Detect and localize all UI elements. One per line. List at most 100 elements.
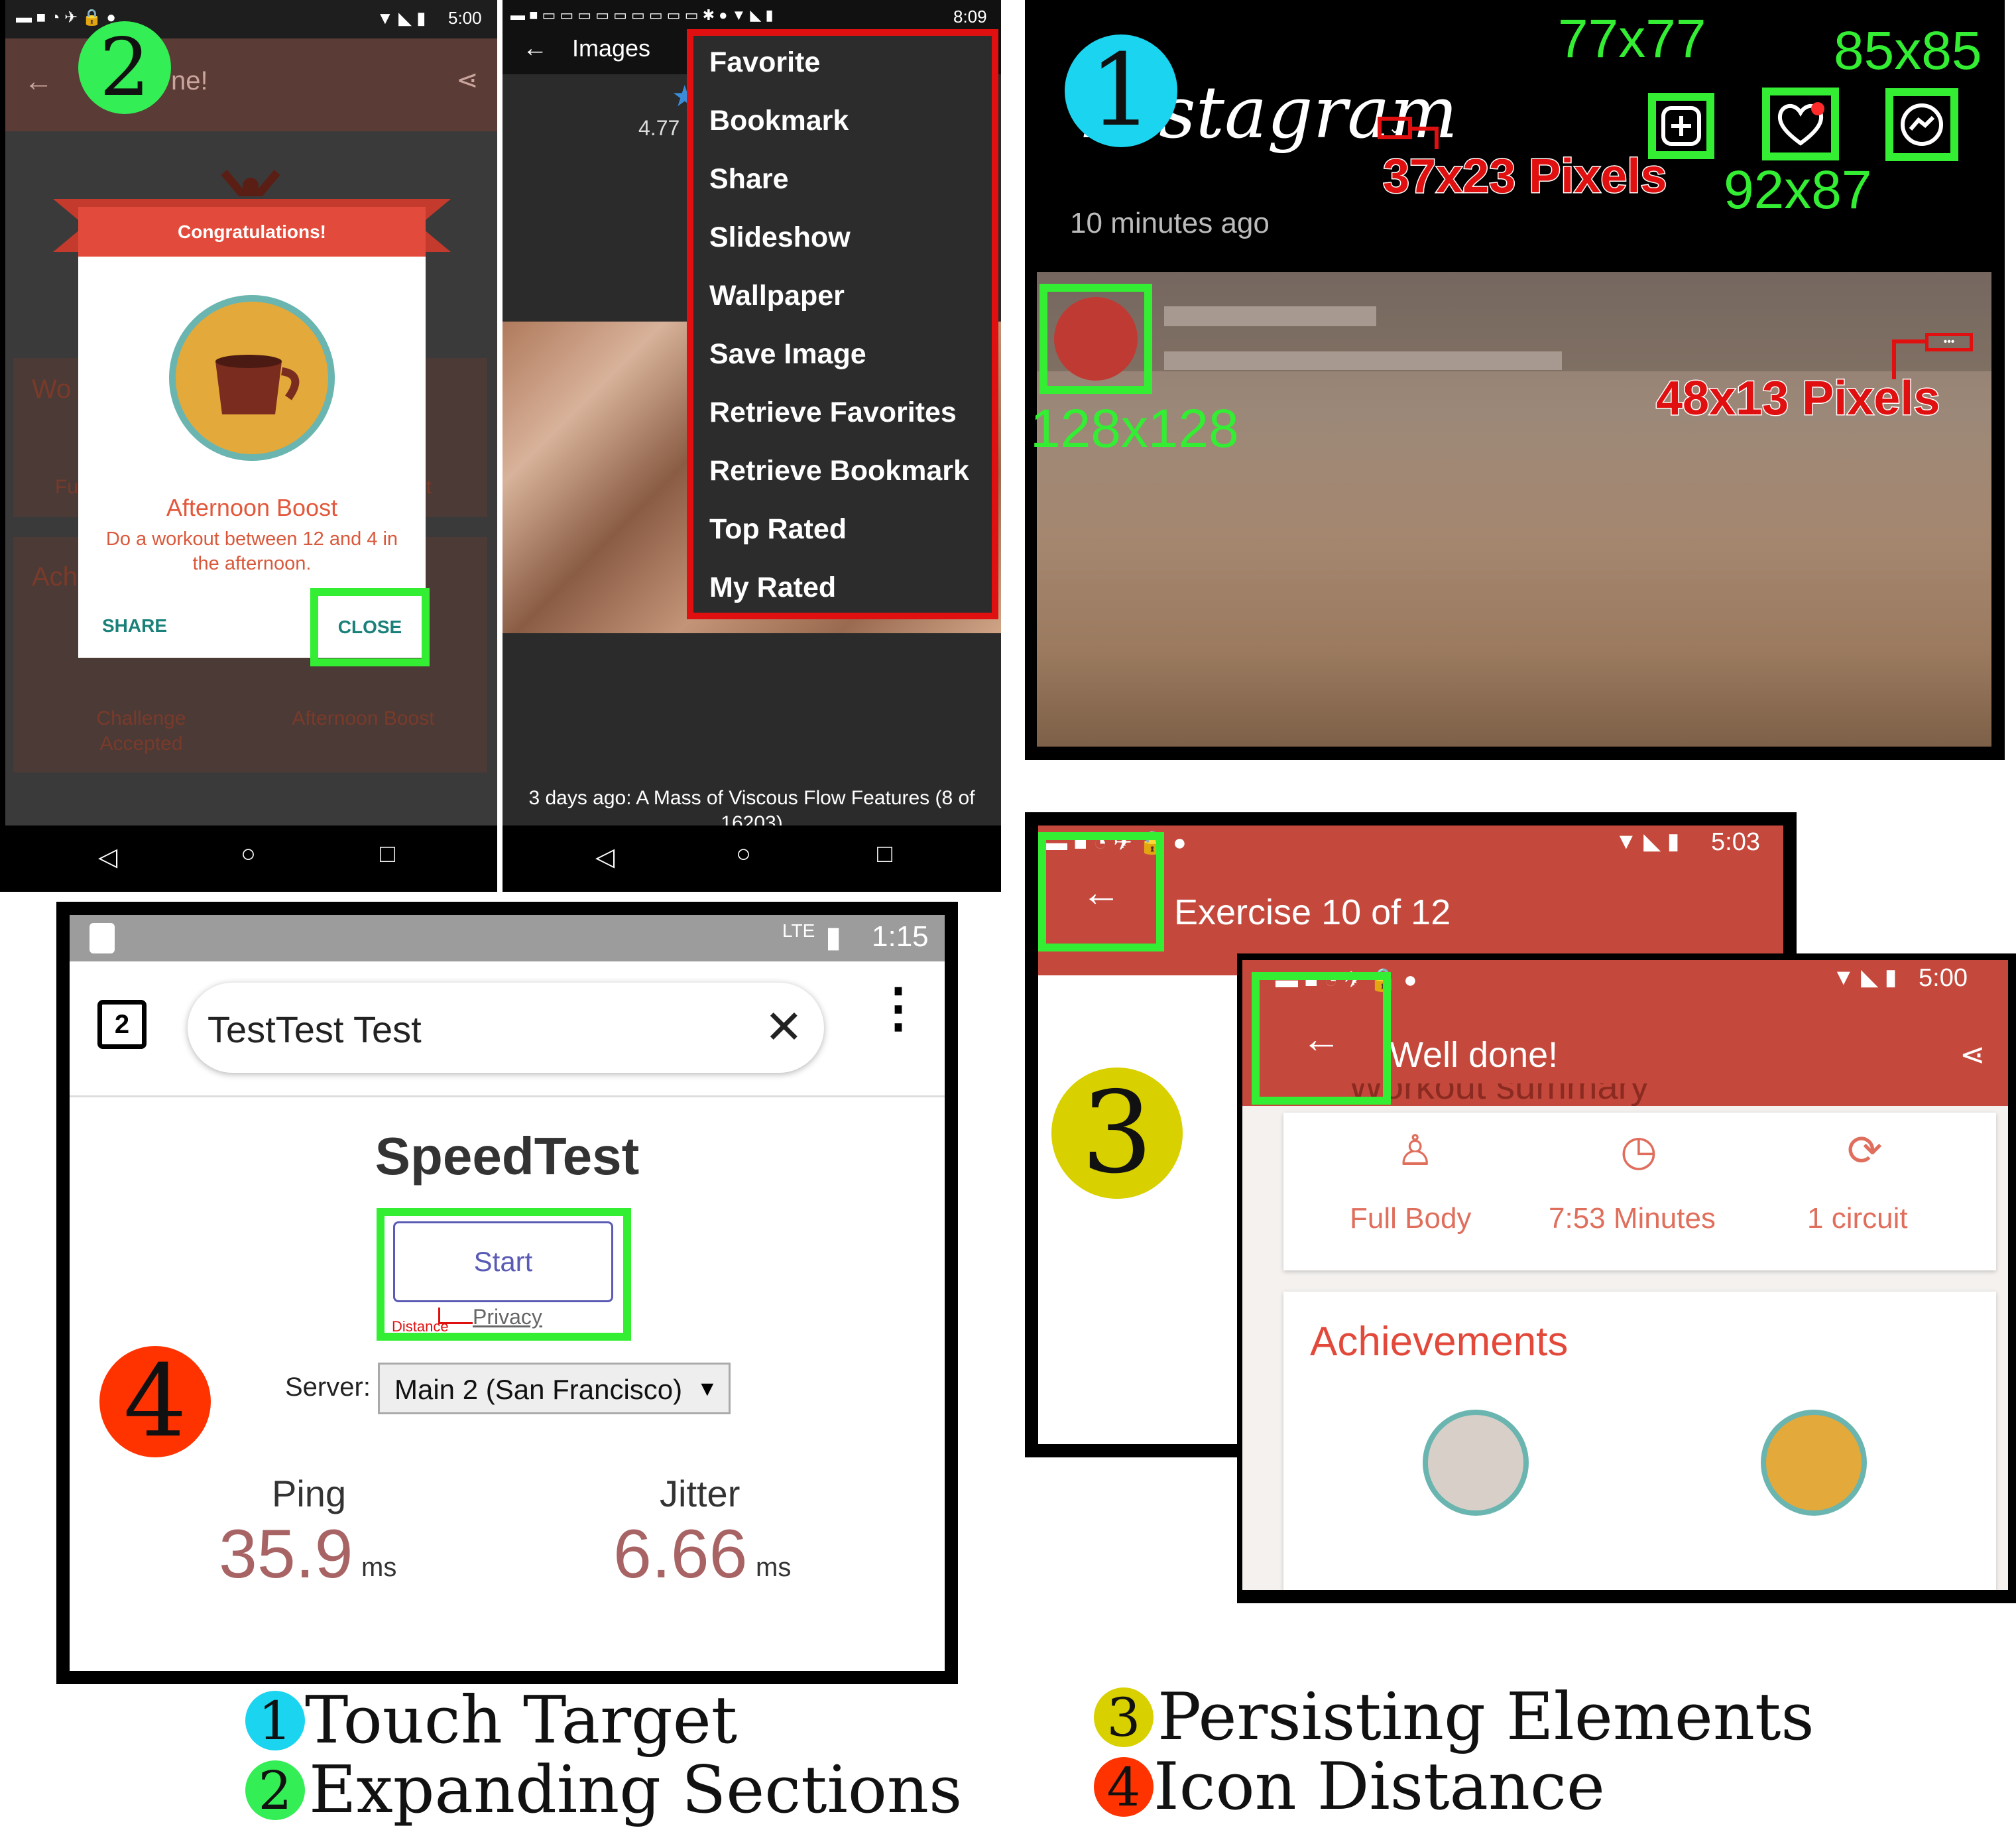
coffee-cup-icon [169, 295, 335, 461]
clock: 8:09 [953, 7, 987, 27]
dialog-text: Do a workout between 12 and 4 in the aft… [105, 528, 398, 574]
jitter-label: Jitter [660, 1473, 741, 1514]
status-bar: LTE ▮ 1:15 [70, 915, 945, 961]
achievements-card: Achievements [1283, 1292, 1996, 1590]
share-button[interactable]: SHARE [102, 615, 167, 637]
back-arrow-icon[interactable]: ← [24, 65, 53, 98]
toolbar: ← ne! ⋖ [5, 38, 497, 131]
dropdown-arrow-icon: ▼ [697, 1376, 718, 1400]
start-button[interactable]: Start [393, 1221, 613, 1302]
menu-item-save-image[interactable]: Save Image [709, 338, 866, 371]
menu-item-bookmark[interactable]: Bookmark [709, 105, 849, 137]
size-label-dropdown: 37x23 Pixels [1382, 149, 1667, 204]
status-bar: ▬ ■ ◔ ✈ 🔒 ● ▼ ◣ ▮ 5:00 [5, 0, 497, 38]
image-caption: 3 days ago: A Mass of Viscous Flow Featu… [528, 787, 975, 825]
network-type: LTE [782, 920, 815, 941]
menu-item-share[interactable]: Share [709, 163, 789, 196]
annotation-leader [438, 1322, 473, 1324]
back-button-highlight: ← [1252, 972, 1391, 1105]
time-ago: 10 minutes ago [1070, 207, 1270, 239]
legend-right: 3 Persisting Elements 4 Icon Distance [1094, 1680, 1856, 1827]
dialog-ribbon: Congratulations! [78, 207, 426, 257]
messenger-icon[interactable] [1899, 101, 1945, 148]
stat-body: Full Body [1350, 1202, 1472, 1235]
bg-label: Fu [55, 476, 79, 498]
recents-icon[interactable]: □ [877, 840, 892, 869]
close-button[interactable]: CLOSE [338, 617, 402, 638]
stat-duration: 7:53 Minutes [1549, 1202, 1716, 1235]
size-label-heart: 92x87 [1724, 160, 1872, 220]
back-arrow-icon[interactable]: ← [1081, 869, 1121, 915]
menu-item-top-rated[interactable]: Top Rated [709, 513, 847, 546]
navigation-bar: ◁ ○ □ [503, 825, 1001, 892]
chevron-down-icon[interactable]: ⌄ [1388, 119, 1401, 138]
tab-count-button[interactable]: 2 [97, 1000, 147, 1049]
legend-label: Persisting Elements [1157, 1680, 1814, 1755]
plus-button-highlight [1648, 93, 1714, 159]
legend-label: Touch Target [305, 1683, 738, 1758]
annotation-leader [438, 1308, 440, 1323]
signal-icons: ▼ ◣ ▮ [377, 8, 426, 28]
menu-item-slideshow[interactable]: Slideshow [709, 221, 851, 254]
more-vert-icon[interactable]: ⋮ [872, 981, 925, 1034]
legend-badge: 2 [245, 1760, 305, 1821]
more-options-icon[interactable]: ••• [1944, 337, 1955, 347]
privacy-link[interactable]: Privacy [473, 1305, 542, 1329]
dropdown-icon-highlight: ⌄ [1378, 117, 1412, 139]
pixelated-username [1164, 306, 1376, 326]
signal-icons: ▼ ◣ ▮ [1615, 829, 1680, 854]
heart-icon[interactable] [1775, 101, 1826, 147]
menu-item-my-rated[interactable]: My Rated [709, 572, 836, 604]
back-arrow-icon[interactable]: ← [1301, 1016, 1341, 1062]
search-input[interactable]: TestTest Test ✕ [188, 983, 824, 1073]
bg-label: Challenge Accepted [96, 707, 186, 755]
partial-heading: Workout summary [1348, 1083, 1649, 1106]
badge-4: 4 [99, 1344, 211, 1459]
jitter-unit: ms [756, 1553, 792, 1582]
close-icon[interactable]: ✕ [764, 1000, 803, 1054]
size-label-avatar: 128x128 [1030, 398, 1239, 459]
badge-3: 3 [1051, 1068, 1183, 1199]
search-text: TestTest Test [208, 1009, 422, 1050]
jitter-value: 6.66 [613, 1516, 748, 1593]
badge-1: 1 [1065, 33, 1177, 149]
menu-item-wallpaper[interactable]: Wallpaper [709, 280, 845, 312]
recents-icon[interactable]: □ [380, 840, 395, 869]
coffee-badge-icon [1761, 1410, 1867, 1516]
add-post-icon[interactable] [1661, 105, 1702, 147]
signal-icons: ▼ ◣ ▮ [1832, 965, 1897, 990]
legend-item: 3 Persisting Elements [1094, 1680, 1814, 1755]
menu-item-retrieve-favorites[interactable]: Retrieve Favorites [709, 397, 957, 429]
back-icon[interactable]: ◁ [98, 842, 117, 872]
menu-item-retrieve-bookmark[interactable]: Retrieve Bookmark [709, 455, 969, 487]
ping-label: Ping [272, 1473, 347, 1514]
close-button-highlight: CLOSE [310, 588, 430, 666]
size-label-plus: 77x77 [1558, 9, 1706, 69]
phone-screen-images: ▬ ■ ▭ ▭ ▭ ▭ ▭ ▭ ▭ ▭ ▭ ✱ ● ▼ ◣ ▮ 8:09 ← I… [503, 0, 1001, 892]
home-icon[interactable]: ○ [241, 840, 256, 869]
home-icon[interactable]: ○ [736, 840, 751, 869]
bg-label: Wo [32, 375, 72, 404]
stat-circuit: 1 circuit [1807, 1202, 1908, 1235]
legend-item: 1 Touch Target [245, 1683, 738, 1758]
heart-button-highlight [1762, 88, 1839, 160]
clock: 5:00 [448, 8, 482, 28]
achievements-heading: Achievements [1310, 1319, 1569, 1365]
server-select[interactable]: Main 2 (San Francisco) ▼ [378, 1363, 731, 1414]
avatar-highlight [1039, 284, 1152, 394]
toolbar-title: ne! [171, 66, 208, 95]
menu-item-favorite[interactable]: Favorite [709, 46, 820, 79]
legend-item: 4 Icon Distance [1094, 1749, 1605, 1825]
back-arrow-icon[interactable]: ← [522, 34, 548, 63]
divider [70, 1095, 945, 1097]
back-icon[interactable]: ◁ [595, 842, 615, 872]
share-icon[interactable]: ⋖ [1960, 1036, 1986, 1072]
navigation-bar: ◁ ○ □ [5, 825, 497, 892]
share-icon[interactable]: ⋖ [456, 65, 479, 95]
legend-label: Expanding Sections [309, 1752, 963, 1828]
dialog-title: Afternoon Boost [166, 494, 338, 521]
server-value: Main 2 (San Francisco) [394, 1374, 683, 1405]
avatar[interactable] [1054, 297, 1138, 381]
panel-expanding-sections: ▬ ■ ◔ ✈ 🔒 ● ▼ ◣ ▮ 5:00 ← ne! ⋖ Wo Fu it … [0, 0, 1001, 892]
panel-persisting-elements-front: ▬ ■ ◔ ✈ 🔒 ● ▼ ◣ ▮ 5:00 Well done! ⋖ Work… [1237, 953, 2016, 1603]
